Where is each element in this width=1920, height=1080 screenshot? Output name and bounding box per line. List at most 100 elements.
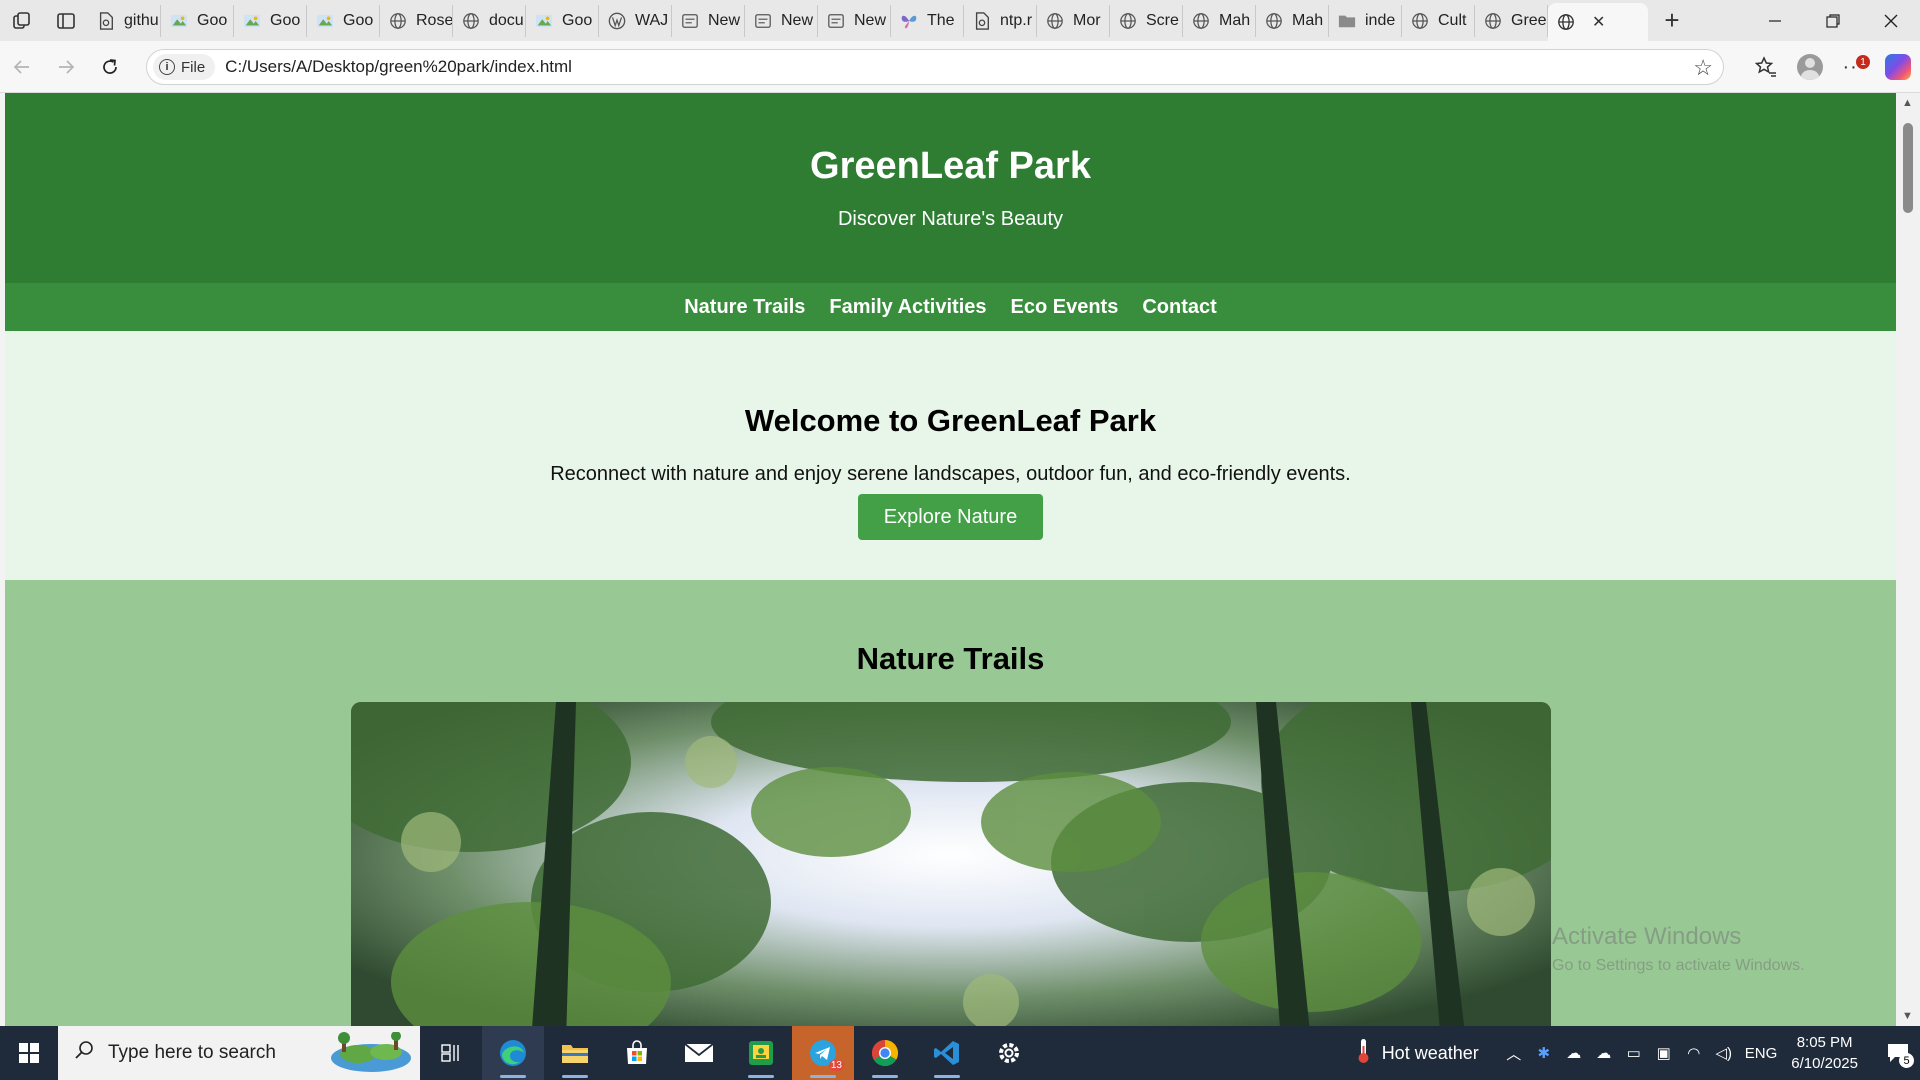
tab-label: githu <box>124 11 159 29</box>
nav-link-family-activities[interactable]: Family Activities <box>829 296 986 319</box>
tab-label: Cult <box>1438 11 1467 29</box>
wifi-icon[interactable]: ◠ <box>1679 1044 1709 1062</box>
google-drive-icon <box>315 11 335 31</box>
tab-label: ntp.r <box>1000 11 1033 29</box>
tab-1[interactable]: githu <box>88 4 161 37</box>
mail-icon[interactable] <box>668 1026 730 1080</box>
explore-nature-button[interactable]: Explore Nature <box>857 494 1044 540</box>
tab-12[interactable]: The <box>891 4 964 37</box>
window-controls <box>1746 0 1920 41</box>
notification-center-icon[interactable]: 5 <box>1876 1026 1920 1080</box>
favorite-star-icon[interactable]: ☆ <box>1693 55 1713 81</box>
close-window-button[interactable] <box>1862 0 1920 41</box>
butterfly-icon <box>899 11 919 31</box>
activate-windows-watermark: Activate Windows Go to Settings to activ… <box>1552 923 1805 975</box>
more-options-icon[interactable]: ··· 1 <box>1832 47 1876 87</box>
favorites-icon[interactable] <box>1744 47 1788 87</box>
page-scrollbar[interactable]: ▲ ▼ <box>1896 93 1920 1026</box>
tab-14[interactable]: Mor <box>1037 4 1110 37</box>
onedrive-icon[interactable]: ☁ <box>1589 1044 1619 1062</box>
taskbar: Type here to search 13 Hot weather ︿ ✱ ☁… <box>0 1026 1920 1080</box>
refresh-button[interactable] <box>88 47 132 87</box>
tab-18[interactable]: inde <box>1329 4 1402 37</box>
tab-3[interactable]: Goo <box>234 4 307 37</box>
workspaces-icon[interactable] <box>0 0 44 41</box>
task-view-icon[interactable] <box>420 1026 482 1080</box>
tab-4[interactable]: Goo <box>307 4 380 37</box>
telegram-app-icon[interactable]: 13 <box>792 1026 854 1080</box>
forward-button[interactable] <box>44 47 88 87</box>
nav-link-eco-events[interactable]: Eco Events <box>1011 296 1119 319</box>
document-icon <box>96 11 116 31</box>
notification-count: 5 <box>1899 1053 1914 1068</box>
tab-16[interactable]: Mah <box>1183 4 1256 37</box>
tab-11[interactable]: New <box>818 4 891 37</box>
sheets-app-icon[interactable] <box>730 1026 792 1080</box>
device-icon[interactable]: ▣ <box>1649 1044 1679 1062</box>
close-tab-icon[interactable]: ✕ <box>1592 12 1605 32</box>
back-button[interactable] <box>0 47 44 87</box>
globe-icon <box>1410 11 1430 31</box>
document-icon <box>972 11 992 31</box>
site-nav: Nature Trails Family Activities Eco Even… <box>5 283 1896 331</box>
cloud-off-icon[interactable]: ☁ <box>1559 1044 1589 1062</box>
speaker-icon[interactable]: ◁) <box>1709 1044 1739 1062</box>
watermark-subtitle: Go to Settings to activate Windows. <box>1552 957 1805 974</box>
tab-10[interactable]: New <box>745 4 818 37</box>
tab-19[interactable]: Cult <box>1402 4 1475 37</box>
watermark-title: Activate Windows <box>1552 923 1742 950</box>
vscode-app-icon[interactable] <box>916 1026 978 1080</box>
tab-5[interactable]: Rose <box>380 4 453 37</box>
google-drive-icon <box>242 11 262 31</box>
scroll-up-icon[interactable]: ▲ <box>1902 97 1913 109</box>
tab-20[interactable]: Gree <box>1475 4 1548 37</box>
chrome-app-icon[interactable] <box>854 1026 916 1080</box>
site-info-chip[interactable]: i File <box>153 54 216 80</box>
nav-link-contact[interactable]: Contact <box>1142 296 1216 319</box>
taskbar-search[interactable]: Type here to search <box>58 1026 420 1080</box>
battery-icon[interactable]: ▭ <box>1619 1044 1649 1062</box>
language-indicator[interactable]: ENG <box>1745 1045 1778 1062</box>
minimize-button[interactable] <box>1746 0 1804 41</box>
bluetooth-icon[interactable]: ✱ <box>1529 1044 1559 1062</box>
tab-label: docu <box>489 11 524 29</box>
chevron-up-icon[interactable]: ︿ <box>1499 1043 1529 1064</box>
scroll-thumb[interactable] <box>1903 123 1913 213</box>
tab-7[interactable]: Goo <box>526 4 599 37</box>
tab-6[interactable]: docu <box>453 4 526 37</box>
tab-9[interactable]: New <box>672 4 745 37</box>
nav-link-nature-trails[interactable]: Nature Trails <box>684 296 805 319</box>
tab-label: Goo <box>270 11 301 29</box>
tab-label: WAJ <box>635 11 669 29</box>
edge-app-icon[interactable] <box>482 1026 544 1080</box>
google-drive-icon <box>534 11 554 31</box>
tab-2[interactable]: Goo <box>161 4 234 37</box>
globe-icon <box>1483 11 1503 31</box>
profile-button[interactable] <box>1788 47 1832 87</box>
tab-8[interactable]: WAJ <box>599 4 672 37</box>
copilot-icon[interactable] <box>1876 47 1920 87</box>
microsoft-store-icon[interactable] <box>606 1026 668 1080</box>
tab-17[interactable]: Mah <box>1256 4 1329 37</box>
file-explorer-icon[interactable] <box>544 1026 606 1080</box>
new-tab-button[interactable]: + <box>1652 5 1692 37</box>
tab-15[interactable]: Scre <box>1110 4 1183 37</box>
globe-icon <box>1191 11 1211 31</box>
restore-button[interactable] <box>1804 0 1862 41</box>
url-text[interactable]: C:/Users/A/Desktop/green%20park/index.ht… <box>225 57 572 77</box>
section-title: Nature Trails <box>856 641 1045 676</box>
page-viewport: GreenLeaf Park Discover Nature's Beauty … <box>5 93 1896 1026</box>
start-button[interactable] <box>0 1026 58 1080</box>
tab-13[interactable]: ntp.r <box>964 4 1037 37</box>
vertical-tabs-icon[interactable] <box>44 0 88 41</box>
search-placeholder: Type here to search <box>108 1042 276 1063</box>
address-bar[interactable]: i File C:/Users/A/Desktop/green%20park/i… <box>146 49 1724 85</box>
tab-label: The <box>927 11 955 29</box>
tab-active[interactable]: ✕ <box>1548 3 1648 41</box>
globe-icon <box>1045 11 1065 31</box>
clock[interactable]: 8:05 PM 6/10/2025 <box>1791 1032 1858 1074</box>
tab-label: Goo <box>562 11 593 29</box>
settings-icon[interactable] <box>978 1026 1040 1080</box>
scroll-down-icon[interactable]: ▼ <box>1902 1010 1913 1022</box>
weather-widget[interactable]: Hot weather <box>1356 1038 1479 1069</box>
